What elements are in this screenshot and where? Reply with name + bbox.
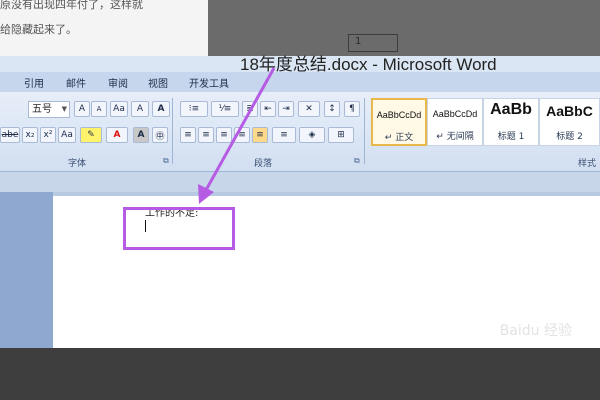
- font-group-label: 字体: [68, 159, 87, 169]
- tab-view[interactable]: 视图: [148, 75, 168, 90]
- line-spacing-button[interactable]: ≡: [272, 127, 296, 143]
- align-right-button[interactable]: ≡: [216, 127, 232, 143]
- chinese-layout-button[interactable]: ✕: [298, 101, 320, 117]
- distributed-button[interactable]: ≡: [252, 127, 268, 143]
- left-gutter: [0, 192, 53, 348]
- chinese-layout-icon: ✕: [305, 104, 313, 114]
- phonetic-guide-button[interactable]: A: [131, 101, 149, 117]
- grow-font-button[interactable]: A: [74, 101, 90, 117]
- font-size-value: 五号: [32, 104, 52, 115]
- char-shading-button[interactable]: A: [133, 127, 149, 143]
- char-border-button[interactable]: A: [152, 101, 170, 117]
- style-name: 标题 2: [556, 132, 583, 142]
- shading-button[interactable]: ◈: [299, 127, 325, 143]
- strikethrough-button[interactable]: abe: [0, 127, 20, 143]
- style-sample: AaBbC: [546, 103, 593, 119]
- styles-group-label: 样式: [578, 159, 597, 169]
- style-sample: AaBbCcDd: [432, 109, 478, 119]
- group-divider: [364, 98, 365, 164]
- ribbon-panel: 五号 ▼ A A Aa A A abe x₂ x² Aa ✎ A A ㊥ 字体 …: [0, 92, 600, 172]
- borders-button[interactable]: ⊞: [328, 127, 354, 143]
- tab-mailings[interactable]: 邮件: [66, 75, 86, 90]
- indent-icon: ⇥: [282, 104, 290, 114]
- article-text-line: 给隐藏起来了。: [0, 23, 77, 36]
- sort-icon: ↕: [328, 104, 336, 114]
- multilevel-list-button[interactable]: ≣: [242, 101, 258, 117]
- bullets-button[interactable]: ⁝≡: [180, 101, 208, 117]
- dimmed-inset-screenshot: 1: [208, 0, 600, 56]
- dialog-launcher-icon[interactable]: ⧉: [163, 156, 169, 166]
- subscript-button[interactable]: x₂: [22, 127, 38, 143]
- increase-indent-button[interactable]: ⇥: [278, 101, 294, 117]
- align-center-button[interactable]: ≡: [198, 127, 214, 143]
- style-heading-2[interactable]: AaBbC 标题 2: [539, 98, 600, 146]
- clear-format-button[interactable]: Aa: [110, 101, 128, 117]
- numbering-button[interactable]: ⅟≡: [211, 101, 239, 117]
- ruler: [0, 172, 600, 192]
- font-size-select[interactable]: 五号 ▼: [28, 101, 70, 118]
- article-background: 原没有出现四年付了，这样就 给隐藏起来了。 1: [0, 0, 600, 56]
- chevron-down-icon: ▼: [61, 105, 67, 113]
- border-grid-icon: ⊞: [337, 130, 345, 140]
- group-divider: [172, 98, 173, 164]
- style-name: ↵ 正文: [384, 133, 414, 143]
- highlighter-icon: ✎: [87, 130, 95, 140]
- enclosed-char-icon: ㊥: [155, 131, 165, 142]
- article-text-line: 原没有出现四年付了，这样就: [0, 0, 143, 11]
- style-no-spacing[interactable]: AaBbCcDd ↵ 无间隔: [427, 98, 483, 146]
- style-name: 标题 1: [497, 132, 525, 142]
- inset-label: 1: [355, 36, 362, 47]
- pilcrow-icon: ¶: [349, 104, 355, 114]
- window-title-bar: 18年度总结.docx - Microsoft Word: [0, 55, 600, 74]
- watermark: Baidu 经验: [499, 323, 572, 339]
- decrease-indent-button[interactable]: ⇤: [260, 101, 276, 117]
- paint-bucket-icon: ◈: [308, 130, 316, 140]
- enclose-char-button[interactable]: ㊥: [152, 127, 168, 143]
- multilevel-list-icon: ≣: [246, 104, 254, 114]
- superscript-button[interactable]: x²: [40, 127, 56, 143]
- style-normal[interactable]: AaBbCcDd ↵ 正文: [371, 98, 427, 146]
- tab-references[interactable]: 引用: [24, 75, 44, 90]
- align-left-button[interactable]: ≡: [180, 127, 196, 143]
- style-heading-1[interactable]: AaBb 标题 1: [483, 98, 539, 146]
- highlight-color-button[interactable]: ✎: [80, 127, 102, 143]
- paragraph-group-label: 段落: [254, 159, 273, 169]
- tab-developer[interactable]: 开发工具: [189, 75, 229, 90]
- shrink-font-button[interactable]: A: [91, 101, 107, 117]
- bottom-background: [0, 348, 600, 400]
- style-sample: AaBb: [490, 101, 532, 118]
- sort-button[interactable]: ↕: [324, 101, 340, 117]
- tab-review[interactable]: 审阅: [108, 75, 128, 90]
- ribbon-tabs: 引用 邮件 审阅 视图 开发工具: [0, 72, 600, 92]
- change-case-button[interactable]: Aa: [58, 127, 76, 143]
- style-sample: AaBbCcDd: [376, 110, 422, 120]
- style-name: ↵ 无间隔: [436, 132, 474, 142]
- annotation-highlight-box: [123, 207, 235, 250]
- bullet-list-icon: ⁝≡: [188, 104, 200, 114]
- outdent-icon: ⇤: [264, 104, 272, 114]
- numbered-list-icon: ⅟≡: [218, 104, 232, 114]
- font-color-button[interactable]: A: [106, 127, 128, 143]
- dialog-launcher-icon[interactable]: ⧉: [354, 156, 360, 166]
- show-marks-button[interactable]: ¶: [344, 101, 360, 117]
- justify-button[interactable]: ≡: [234, 127, 250, 143]
